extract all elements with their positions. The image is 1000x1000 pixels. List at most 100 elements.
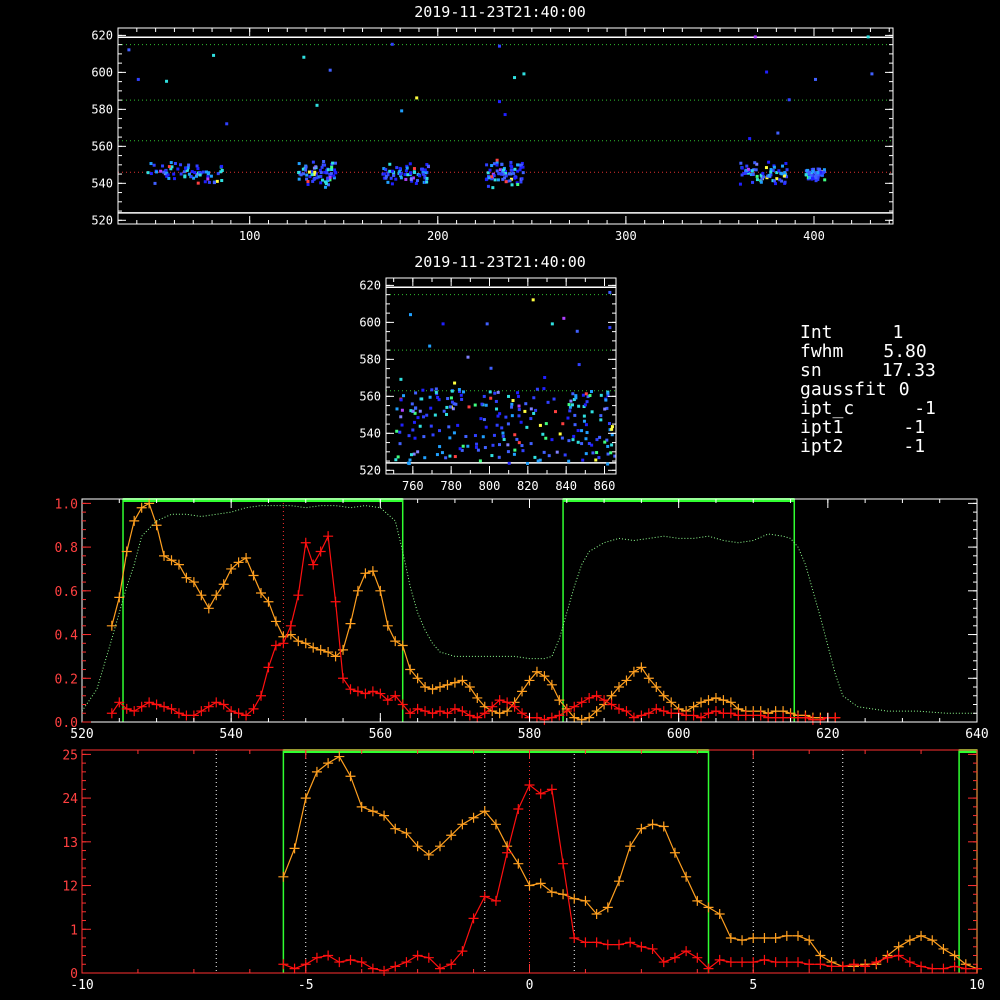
y-tick-label: 0.6	[55, 585, 78, 600]
data-pixel	[398, 430, 402, 434]
data-pixel	[466, 355, 470, 359]
data-pixel	[389, 176, 393, 180]
data-point	[203, 603, 214, 614]
data-point	[449, 703, 460, 714]
data-point	[569, 933, 580, 944]
data-pixel	[324, 182, 328, 186]
data-pixel	[402, 394, 406, 398]
data-point	[558, 858, 569, 869]
data-pixel	[411, 428, 415, 432]
data-pixel	[503, 176, 507, 180]
data-pixel	[610, 425, 614, 429]
data-point	[468, 812, 479, 823]
data-point	[513, 858, 524, 869]
data-pixel	[409, 453, 413, 457]
data-point	[625, 937, 636, 948]
data-pixel	[297, 177, 301, 181]
data-pixel	[532, 411, 536, 415]
data-pixel	[433, 413, 437, 417]
window-box	[958, 749, 978, 973]
data-pixel	[807, 176, 811, 180]
fit-parameter-label: ipt_c	[800, 398, 855, 419]
data-pixel	[406, 173, 410, 177]
data-pixel	[765, 70, 769, 74]
data-pixel	[390, 182, 394, 186]
data-point	[323, 758, 334, 769]
data-pixel	[440, 451, 444, 455]
data-pixel	[496, 390, 500, 394]
data-pixel	[567, 439, 571, 443]
data-point	[696, 697, 707, 708]
data-pixel	[184, 166, 188, 170]
data-point	[781, 957, 792, 968]
data-point	[748, 933, 759, 944]
data-pixel	[183, 174, 187, 178]
data-pixel	[408, 458, 412, 462]
data-pixel	[446, 397, 450, 401]
data-point	[725, 708, 736, 719]
data-point	[636, 941, 647, 952]
data-point	[531, 712, 542, 723]
data-pixel	[312, 177, 316, 181]
data-pixel	[755, 174, 759, 178]
data-point	[927, 963, 938, 974]
data-pixel	[395, 166, 399, 170]
data-pixel	[321, 178, 325, 182]
data-pixel	[418, 424, 422, 428]
data-pixel	[182, 170, 186, 174]
data-pixel	[508, 172, 512, 176]
data-pixel	[408, 162, 412, 166]
fit-parameter-row: Int 1	[800, 323, 936, 342]
data-pixel	[448, 405, 452, 409]
data-pixel	[599, 418, 603, 422]
data-pixel	[484, 403, 488, 407]
data-pixel	[390, 169, 394, 173]
data-pixel	[772, 165, 776, 169]
data-pixel	[753, 161, 757, 165]
data-pixel	[196, 181, 200, 185]
data-pixel	[504, 415, 508, 419]
data-pixel	[563, 453, 567, 457]
fit-parameter-label: ipt1	[800, 417, 844, 438]
data-point	[647, 819, 658, 830]
data-pixel	[497, 100, 501, 104]
data-point	[352, 585, 363, 596]
data-pixel	[610, 427, 614, 431]
data-point	[435, 682, 445, 693]
data-pixel	[410, 402, 414, 406]
data-pixel	[195, 164, 199, 168]
data-point	[345, 684, 356, 695]
data-pixel	[411, 409, 415, 413]
data-pixel	[584, 452, 588, 456]
data-pixel	[333, 161, 337, 165]
data-pixel	[448, 454, 452, 458]
data-pixel	[595, 438, 599, 442]
data-pixel	[331, 161, 335, 165]
data-pixel	[448, 436, 452, 440]
data-point	[658, 821, 669, 832]
data-pixel	[573, 413, 577, 417]
data-point	[233, 708, 244, 719]
data-point	[725, 957, 736, 968]
data-pixel	[567, 403, 571, 407]
data-point	[166, 703, 177, 714]
data-pixel	[475, 442, 479, 446]
x-tick-label: 760	[402, 479, 424, 493]
data-pixel	[479, 417, 483, 421]
data-pixel	[515, 437, 519, 441]
window-box	[282, 749, 710, 973]
data-point	[602, 939, 613, 950]
profile-plot-offset: -10 -5 0 5 100112132425	[62, 748, 984, 993]
data-point	[558, 889, 569, 900]
data-pixel	[818, 167, 822, 171]
data-point	[289, 843, 300, 854]
data-pixel	[516, 394, 520, 398]
data-pixel	[509, 168, 513, 172]
data-pixel	[496, 414, 500, 418]
data-pixel	[425, 180, 429, 184]
data-pixel	[434, 390, 438, 394]
data-pixel	[513, 167, 517, 171]
data-pixel	[778, 178, 782, 182]
data-pixel	[461, 444, 465, 448]
y-tick-label: 560	[359, 389, 381, 403]
